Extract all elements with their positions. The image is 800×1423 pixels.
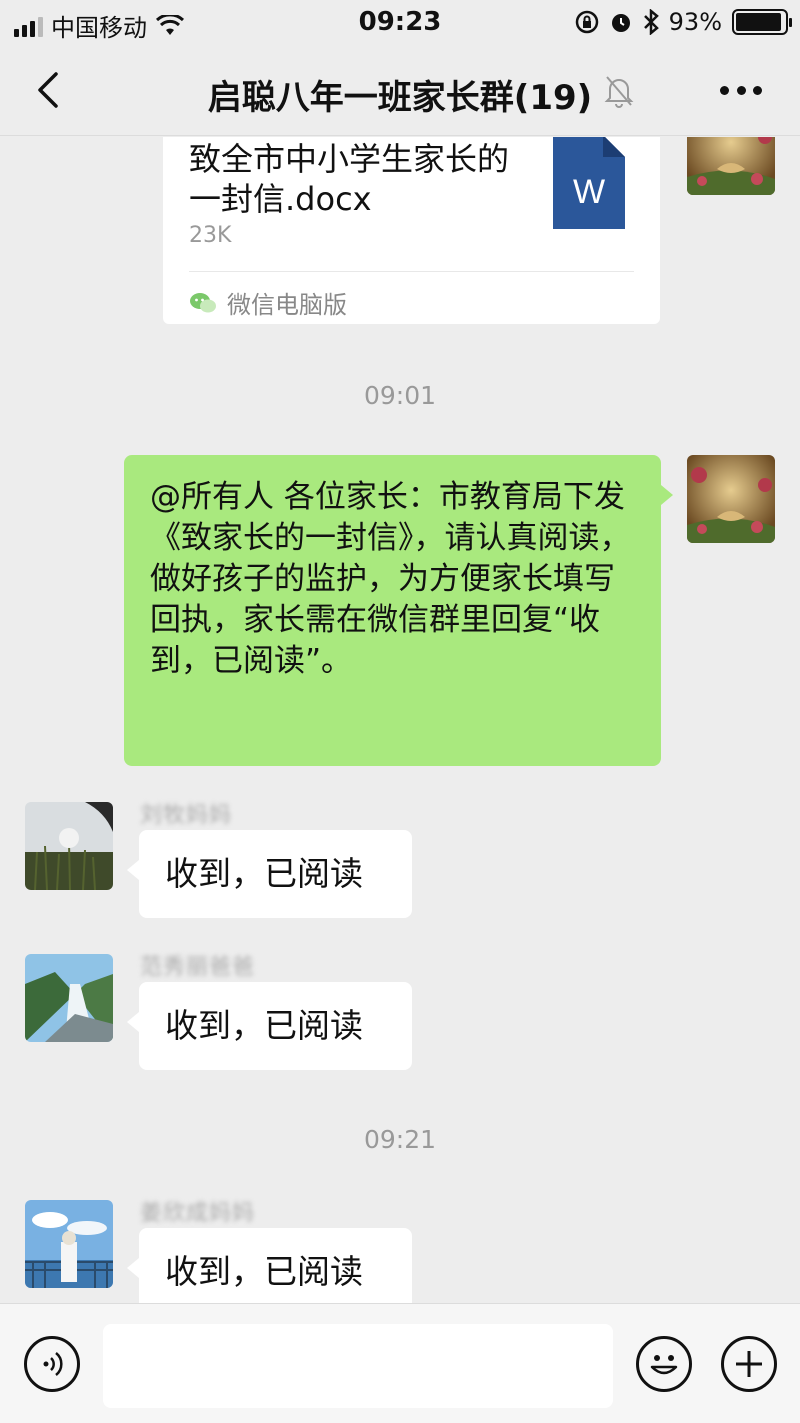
nav-bar: 启聪八年一班家长群(19) xyxy=(0,44,800,136)
avatar[interactable] xyxy=(687,455,775,543)
chat-area[interactable]: 致全市中小学生家长的一封信.docx 23K W 微信电脑版 09:01 @所有… xyxy=(0,137,800,1303)
wechat-icon xyxy=(190,292,216,312)
file-divider xyxy=(189,271,634,272)
avatar[interactable] xyxy=(25,1200,113,1288)
svg-text:W: W xyxy=(573,173,605,211)
timestamp: 09:01 xyxy=(363,381,437,410)
voice-icon[interactable] xyxy=(24,1336,80,1392)
status-right: 93% xyxy=(575,8,792,36)
chat-title: 启聪八年一班家长群(19) xyxy=(207,78,593,118)
rotation-lock-icon xyxy=(575,10,598,34)
battery-percent: 93% xyxy=(668,8,722,36)
sender-name: 范秀丽爸爸 xyxy=(140,955,256,980)
file-source: 微信电脑版 xyxy=(189,285,347,320)
avatar[interactable] xyxy=(687,137,775,195)
message-input[interactable] xyxy=(103,1324,613,1408)
reply-bubble[interactable]: 收到，已阅读 xyxy=(127,982,412,1070)
alarm-icon xyxy=(611,14,630,32)
file-source-label: 微信电脑版 xyxy=(227,291,347,319)
avatar[interactable] xyxy=(25,954,113,1042)
avatar[interactable] xyxy=(25,802,113,890)
sender-name: 刘牧妈妈 xyxy=(140,803,233,828)
bluetooth-icon xyxy=(643,9,659,35)
emoji-icon[interactable] xyxy=(636,1336,692,1392)
announcement-bubble[interactable]: @所有人 各位家长：市教育局下发《致家长的一封信》，请认真阅读，做好孩子的监护，… xyxy=(124,455,673,766)
file-name: 致全市中小学生家长的一封信.docx xyxy=(189,140,510,218)
file-size: 23K xyxy=(189,223,232,248)
battery-icon xyxy=(732,9,792,35)
file-message-card[interactable]: 致全市中小学生家长的一封信.docx 23K W 微信电脑版 xyxy=(163,137,660,324)
status-bar: 中国移动 09:23 93% xyxy=(0,0,800,44)
input-bar xyxy=(0,1303,800,1423)
reply-bubble[interactable]: 收到，已阅读 xyxy=(127,1228,412,1303)
timestamp: 09:21 xyxy=(363,1125,437,1154)
battery-fill xyxy=(736,13,781,31)
word-doc-icon: W xyxy=(553,137,625,229)
more-icon[interactable] xyxy=(720,82,762,98)
plus-icon[interactable] xyxy=(721,1336,777,1392)
reply-bubble[interactable]: 收到，已阅读 xyxy=(127,830,412,918)
sender-name: 姜欣成妈妈 xyxy=(140,1201,256,1226)
mute-bell-icon xyxy=(604,76,634,108)
